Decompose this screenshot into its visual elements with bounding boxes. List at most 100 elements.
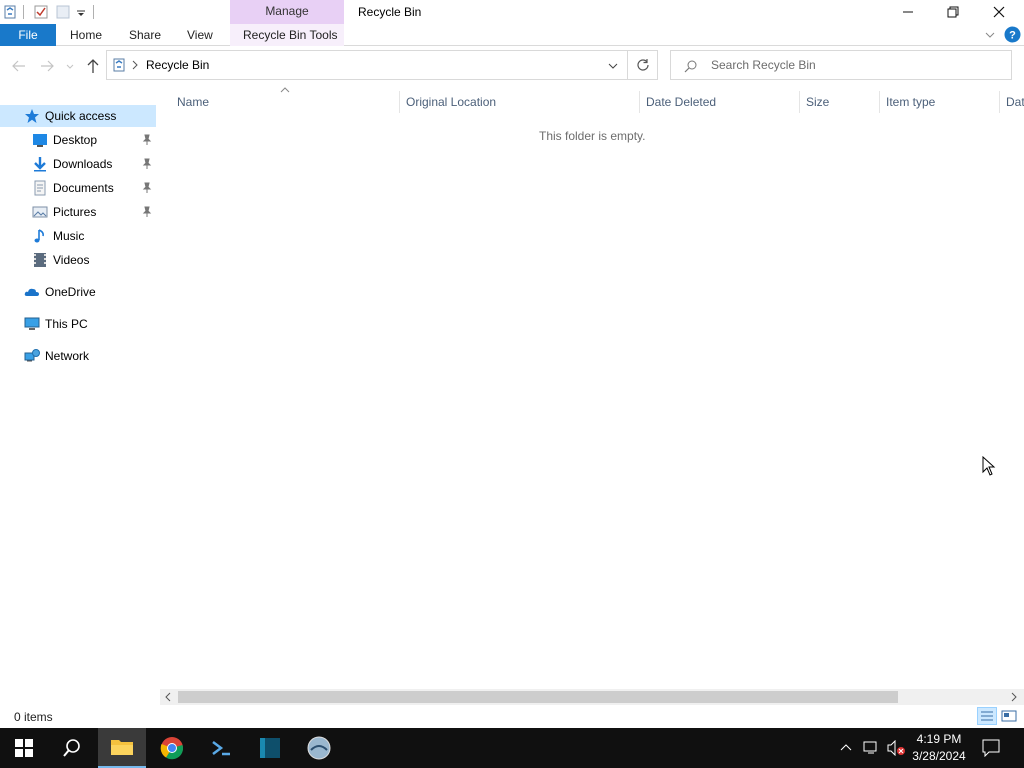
- volume-muted-icon[interactable]: [886, 740, 906, 756]
- pin-icon[interactable]: [142, 134, 152, 146]
- expand-ribbon-chevron-icon[interactable]: [984, 29, 996, 41]
- column-divider[interactable]: [879, 91, 880, 113]
- action-center-button[interactable]: [982, 739, 1000, 757]
- back-arrow-icon: [12, 60, 25, 72]
- mouse-cursor-icon: [982, 456, 996, 476]
- recent-locations-button[interactable]: [64, 57, 76, 75]
- address-separator: [627, 51, 628, 79]
- pin-icon[interactable]: [142, 182, 152, 194]
- large-icons-view-icon: [1001, 710, 1017, 722]
- taskbar-terminal[interactable]: [246, 728, 294, 768]
- show-hidden-icons-chevron[interactable]: [840, 742, 852, 752]
- new-folder-icon[interactable]: [55, 4, 71, 20]
- chevron-up-icon: [840, 744, 852, 751]
- column-header-original-location[interactable]: Original Location: [406, 93, 496, 111]
- music-icon: [32, 228, 48, 244]
- breadcrumb-recycle-bin[interactable]: Recycle Bin: [146, 58, 209, 72]
- nav-network[interactable]: Network: [0, 345, 156, 367]
- restore-button[interactable]: [930, 0, 976, 24]
- onedrive-cloud-icon: [24, 284, 40, 300]
- customize-qat-dropdown-icon[interactable]: [75, 4, 91, 20]
- search-placeholder[interactable]: Search Recycle Bin: [711, 58, 816, 72]
- column-divider[interactable]: [999, 91, 1000, 113]
- scroll-left-arrow-icon[interactable]: [164, 692, 172, 702]
- details-view-button[interactable]: [977, 707, 997, 725]
- column-header-date-deleted[interactable]: Date Deleted: [646, 93, 716, 111]
- nav-item-downloads[interactable]: Downloads: [0, 153, 156, 175]
- nav-label: Music: [53, 229, 85, 243]
- breadcrumb-chevron-icon[interactable]: [131, 59, 139, 71]
- nav-item-documents[interactable]: Documents: [0, 177, 156, 199]
- nav-onedrive[interactable]: OneDrive: [0, 281, 156, 303]
- refresh-icon: [637, 59, 649, 71]
- tab-share[interactable]: Share: [129, 24, 161, 46]
- nav-item-music[interactable]: Music: [0, 225, 156, 247]
- nav-label: Downloads: [53, 157, 113, 171]
- up-button[interactable]: [84, 57, 102, 75]
- search-box[interactable]: Search Recycle Bin: [670, 50, 1012, 80]
- back-button[interactable]: [10, 57, 28, 75]
- tab-home[interactable]: Home: [70, 24, 102, 46]
- taskbar-search-button[interactable]: [48, 728, 96, 768]
- network-status-icon[interactable]: [862, 740, 880, 756]
- column-header-item-type[interactable]: Item type: [886, 93, 935, 111]
- forward-button[interactable]: [38, 57, 56, 75]
- window-title: Recycle Bin: [358, 5, 422, 19]
- taskbar-browser[interactable]: [295, 728, 343, 768]
- notifications-icon: [982, 739, 1000, 757]
- scroll-thumb[interactable]: [178, 691, 898, 703]
- status-bar: 0 items: [0, 705, 1024, 728]
- svg-text:?: ?: [1009, 30, 1016, 42]
- start-button[interactable]: [0, 728, 48, 768]
- recycle-bin-app-icon[interactable]: [2, 4, 18, 20]
- search-icon: [684, 59, 698, 73]
- close-button[interactable]: [976, 0, 1022, 24]
- pin-icon[interactable]: [142, 206, 152, 218]
- pin-icon[interactable]: [142, 158, 152, 170]
- manage-contextual-tab[interactable]: Manage: [230, 0, 344, 24]
- column-divider[interactable]: [639, 91, 640, 113]
- powershell-icon: [212, 741, 230, 756]
- address-dropdown-chevron-icon[interactable]: [607, 60, 619, 72]
- nav-this-pc[interactable]: This PC: [0, 313, 156, 335]
- navigation-pane: Quick access Desktop Downloads Documents…: [0, 85, 156, 705]
- column-divider[interactable]: [399, 91, 400, 113]
- help-icon[interactable]: ?: [1004, 26, 1021, 43]
- column-header-date[interactable]: Dat: [1006, 93, 1024, 111]
- this-pc-icon: [24, 316, 40, 332]
- search-icon: [63, 739, 80, 757]
- title-bar: Manage Recycle Bin: [0, 0, 1024, 24]
- column-divider[interactable]: [799, 91, 800, 113]
- address-bar[interactable]: Recycle Bin: [106, 50, 658, 80]
- ribbon-tab-bar: File Home Share View Recycle Bin Tools ?: [0, 24, 1024, 46]
- scroll-right-arrow-icon[interactable]: [1010, 692, 1018, 702]
- item-count: 0 items: [14, 710, 53, 724]
- taskbar-file-explorer[interactable]: [98, 728, 146, 768]
- clock-date: 3/28/2024: [912, 749, 966, 763]
- network-icon: [24, 348, 40, 364]
- nav-label: Documents: [53, 181, 114, 195]
- nav-quick-access[interactable]: Quick access: [0, 105, 156, 127]
- taskbar-powershell[interactable]: [197, 728, 245, 768]
- tab-recycle-bin-tools[interactable]: Recycle Bin Tools: [243, 24, 338, 46]
- nav-label: Pictures: [53, 205, 97, 219]
- tab-view[interactable]: View: [187, 24, 213, 46]
- file-tab[interactable]: File: [0, 24, 56, 46]
- column-header-size[interactable]: Size: [806, 93, 829, 111]
- refresh-button[interactable]: [636, 58, 650, 72]
- large-icons-view-button[interactable]: [1000, 708, 1018, 724]
- desktop-icon: [32, 132, 48, 148]
- restore-icon: [947, 6, 959, 18]
- horizontal-scrollbar[interactable]: [160, 689, 1024, 705]
- taskbar-chrome[interactable]: [148, 728, 196, 768]
- system-clock[interactable]: 4:19 PM 3/28/2024: [906, 731, 972, 765]
- column-header-name[interactable]: Name: [177, 93, 209, 111]
- nav-item-desktop[interactable]: Desktop: [0, 129, 156, 151]
- properties-icon[interactable]: [33, 4, 49, 20]
- nav-item-pictures[interactable]: Pictures: [0, 201, 156, 223]
- minimize-button[interactable]: [885, 0, 931, 24]
- file-list-view[interactable]: Name Original Location Date Deleted Size…: [156, 85, 1024, 705]
- nav-label: Videos: [53, 253, 90, 267]
- recycle-bin-icon: [111, 57, 127, 73]
- nav-item-videos[interactable]: Videos: [0, 249, 156, 271]
